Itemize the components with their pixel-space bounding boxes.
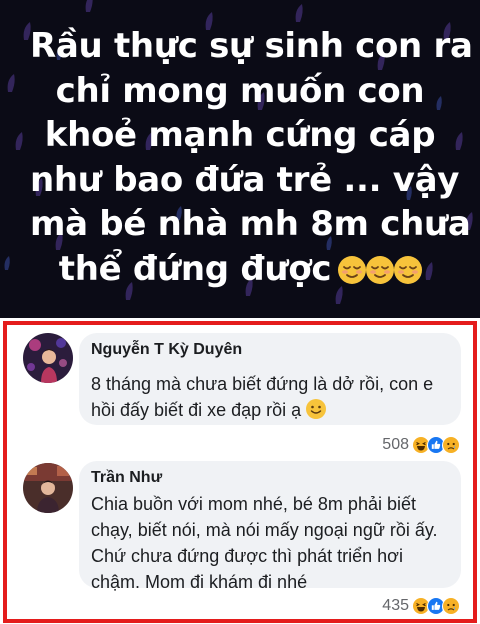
comment-line: hồi đấy biết đi xe đạp rồi ạ <box>91 400 302 420</box>
comment: Trần Như Chia buồn với mom nhé, bé 8m ph… <box>7 461 473 623</box>
comment-bubble: Trần Như Chia buồn với mom nhé, bé 8m ph… <box>79 461 461 592</box>
comment-bubble: Nguyễn T Kỳ Duyên 8 tháng mà chưa biết đ… <box>79 333 461 425</box>
post-line: như bao đứa trẻ ... vậy <box>30 159 460 200</box>
highlighted-comments: Nguyễn T Kỳ Duyên 8 tháng mà chưa biết đ… <box>3 321 477 623</box>
comment-text: 8 tháng mà chưa biết đứng là dở rồi, con… <box>91 371 433 423</box>
comment-author[interactable]: Nguyễn T Kỳ Duyên <box>91 341 242 359</box>
comment-line: Chứ chưa đứng được thì phát triển hơi <box>91 546 403 566</box>
status-post: Rầu thực sự sinh con ra chỉ mong muốn co… <box>0 0 480 318</box>
post-last-line: thể đứng được <box>30 247 450 292</box>
avatar[interactable] <box>23 463 73 513</box>
post-text: Rầu thực sự sinh con ra chỉ mong muốn co… <box>30 24 473 292</box>
post-line: thể đứng được <box>58 248 332 289</box>
relieved-face-icons <box>337 255 423 285</box>
relieved-face-icon <box>394 255 423 284</box>
post-line: mà bé nhà mh 8m chưa <box>30 204 471 244</box>
comment-author[interactable]: Trần Như <box>91 469 162 487</box>
comment-line: 8 tháng mà chưa biết đứng là dở rồi, con… <box>91 374 434 394</box>
avatar-photo <box>23 333 73 383</box>
relieved-face-icon <box>338 255 367 284</box>
relieved-face-icon <box>366 255 395 284</box>
sad-icon <box>442 596 461 616</box>
reaction-icons <box>412 435 461 455</box>
post-line: chỉ mong muốn con <box>55 70 425 111</box>
comment-reactions[interactable]: 508 <box>382 434 461 456</box>
comment-line: chạy, biết nói, mà nói mấy ngoại ngữ rồi… <box>91 520 438 540</box>
comment-line: chậm. Mom đi khám đi nhé <box>91 572 308 592</box>
comment-line: Chia buồn với mom nhé, bé 8m phải biết <box>91 494 416 514</box>
comment: Nguyễn T Kỳ Duyên 8 tháng mà chưa biết đ… <box>7 325 473 461</box>
comment-last-line: hồi đấy biết đi xe đạp rồi ạ <box>91 397 433 423</box>
post-line: Rầu thực sự sinh con ra <box>30 26 473 66</box>
slightly-smiling-face-icon <box>305 398 327 420</box>
avatar[interactable] <box>23 333 73 383</box>
sad-icon <box>442 435 461 455</box>
reaction-count: 435 <box>382 597 409 614</box>
avatar-photo <box>23 463 73 513</box>
reaction-icons <box>412 596 461 616</box>
comment-reactions[interactable]: 435 <box>382 595 461 617</box>
reaction-count: 508 <box>382 436 409 453</box>
post-line: khoẻ mạnh cứng cáp <box>44 115 436 155</box>
comment-text: Chia buồn với mom nhé, bé 8m phải biết c… <box>91 491 438 595</box>
